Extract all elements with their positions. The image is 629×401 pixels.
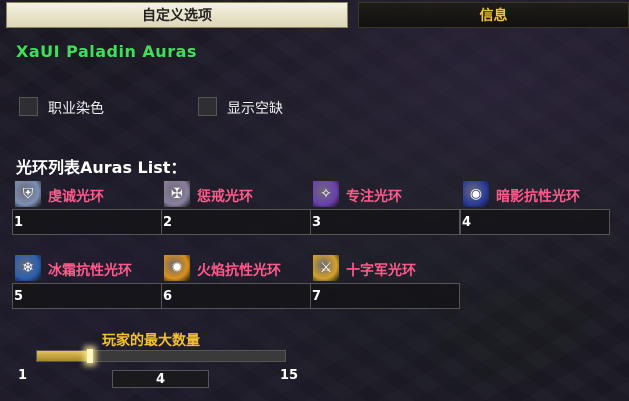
fire-resistance-aura-icon: ✹ (163, 254, 191, 282)
show-empty-checkbox[interactable] (198, 97, 217, 116)
aura-slot-7[interactable]: 7 (310, 283, 460, 309)
max-players-label: 玩家的最大数量 (102, 333, 200, 349)
frost-resistance-aura-icon: ❄ (14, 254, 42, 282)
aura-name-devotion: 虔诚光环 (48, 189, 104, 205)
class-color-checkbox[interactable] (19, 97, 38, 116)
crusader-aura-icon: ⚔ (312, 254, 340, 282)
slider-fill (37, 351, 90, 361)
aura-name-retribution: 惩戒光环 (197, 189, 253, 205)
aura-slot-1[interactable]: 1 (12, 209, 162, 235)
aura-name-shadow-resistance: 暗影抗性光环 (496, 189, 580, 205)
tab-custom-options[interactable]: 自定义选项 (6, 2, 348, 28)
aura-slot-2[interactable]: 2 (161, 209, 311, 235)
aura-list-header: 光环列表Auras List： (16, 158, 187, 177)
concentration-aura-icon: ✧ (312, 180, 340, 208)
aura-name-crusader: 十字军光环 (346, 263, 416, 279)
devotion-aura-icon: ⛨ (14, 180, 42, 208)
tab-info[interactable]: 信息 (358, 2, 629, 28)
show-empty-label: 显示空缺 (227, 101, 283, 117)
aura-slot-4[interactable]: 4 (460, 209, 610, 235)
aura-slot-3[interactable]: 3 (310, 209, 460, 235)
max-players-slider[interactable] (36, 349, 286, 363)
aura-slot-5[interactable]: 5 (12, 283, 162, 309)
shadow-resistance-aura-icon: ◉ (462, 180, 490, 208)
aura-name-fire-resistance: 火焰抗性光环 (197, 263, 281, 279)
aura-slot-6[interactable]: 6 (161, 283, 311, 309)
slider-min-label: 1 (18, 368, 28, 383)
aura-name-frost-resistance: 冰霜抗性光环 (48, 263, 132, 279)
slider-value-box[interactable]: 4 (112, 370, 209, 388)
retribution-aura-icon: ✠ (163, 180, 191, 208)
aura-name-concentration: 专注光环 (346, 189, 402, 205)
slider-thumb[interactable] (87, 349, 93, 363)
addon-title: XaUI Paladin Auras (16, 42, 197, 61)
class-color-label: 职业染色 (48, 101, 104, 117)
slider-max-label: 15 (280, 368, 299, 383)
